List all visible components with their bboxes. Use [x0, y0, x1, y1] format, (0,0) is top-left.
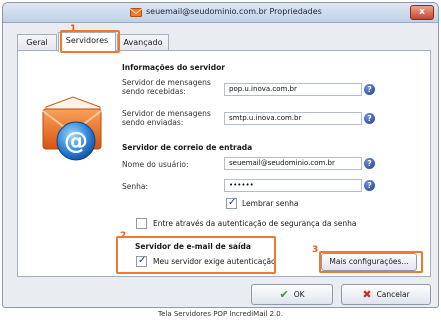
check-icon: ✓	[228, 197, 237, 208]
remember-password-label: Lembrar senha	[242, 199, 299, 208]
properties-window: seuemail@seudominio.com.br Propriedades …	[2, 2, 439, 308]
checkmark-icon: ✔	[279, 288, 289, 301]
cancel-button[interactable]: ✖ Cancelar	[341, 284, 431, 305]
username-input[interactable]: seuemail@seudominio.com.br	[224, 157, 362, 170]
email-at-icon: @	[42, 96, 102, 161]
ok-button[interactable]: ✔ OK	[251, 284, 333, 305]
ok-label: OK	[293, 290, 305, 299]
help-icon[interactable]: ?	[364, 113, 375, 124]
check-icon: ✓	[138, 255, 147, 266]
tab-geral[interactable]: Geral	[17, 34, 57, 51]
incoming-server-input[interactable]: pop.u.inova.com.br	[224, 83, 362, 96]
window-title: seuemail@seudominio.com.br Propriedades	[146, 7, 322, 16]
cancel-label: Cancelar	[376, 290, 410, 299]
servers-panel: @ Informações do servidor Servidor de me…	[17, 50, 431, 277]
marker-more: 3	[312, 245, 319, 255]
tab-avancado[interactable]: Avançado	[117, 34, 169, 51]
figure-caption: Tela Servidores POP IncrediMail 2.0.	[158, 310, 283, 318]
svg-text:@: @	[64, 127, 88, 155]
server-info-heading: Informações do servidor	[122, 63, 225, 72]
smtp-auth-checkbox[interactable]: ✓	[136, 255, 147, 267]
outgoing-server-input[interactable]: smtp.u.inova.com.br	[224, 112, 362, 125]
envelope-icon	[130, 8, 142, 17]
spa-label: Entre através da autenticação de seguran…	[153, 219, 357, 228]
outgoing-server-label: Servidor de mensagens sendo enviadas:	[122, 109, 211, 127]
close-button[interactable]: x	[410, 5, 434, 20]
help-icon[interactable]: ?	[364, 158, 375, 169]
title-bar[interactable]: seuemail@seudominio.com.br Propriedades …	[3, 3, 438, 23]
tab-servidores[interactable]: Servidores	[58, 32, 116, 52]
remember-password-checkbox[interactable]: ✓	[226, 197, 237, 209]
incoming-mail-heading: Servidor de correio de entrada	[122, 143, 253, 152]
help-icon[interactable]: ?	[364, 180, 375, 191]
more-settings-button[interactable]: Mais configurações...	[321, 253, 417, 271]
spa-checkbox[interactable]	[136, 218, 147, 229]
incoming-server-label: Servidor de mensagens sendo recebidas:	[122, 78, 211, 96]
marker-smtp: 2	[120, 231, 127, 241]
smtp-auth-label: Meu servidor exige autenticação	[153, 257, 276, 266]
help-icon[interactable]: ?	[364, 84, 375, 95]
x-icon: ✖	[362, 288, 372, 301]
username-label: Nome do usuário:	[122, 160, 189, 169]
password-label: Senha:	[122, 182, 149, 191]
password-input[interactable]: ••••••	[224, 179, 362, 192]
outgoing-mail-heading: Servidor de e-mail de saída	[135, 242, 251, 251]
